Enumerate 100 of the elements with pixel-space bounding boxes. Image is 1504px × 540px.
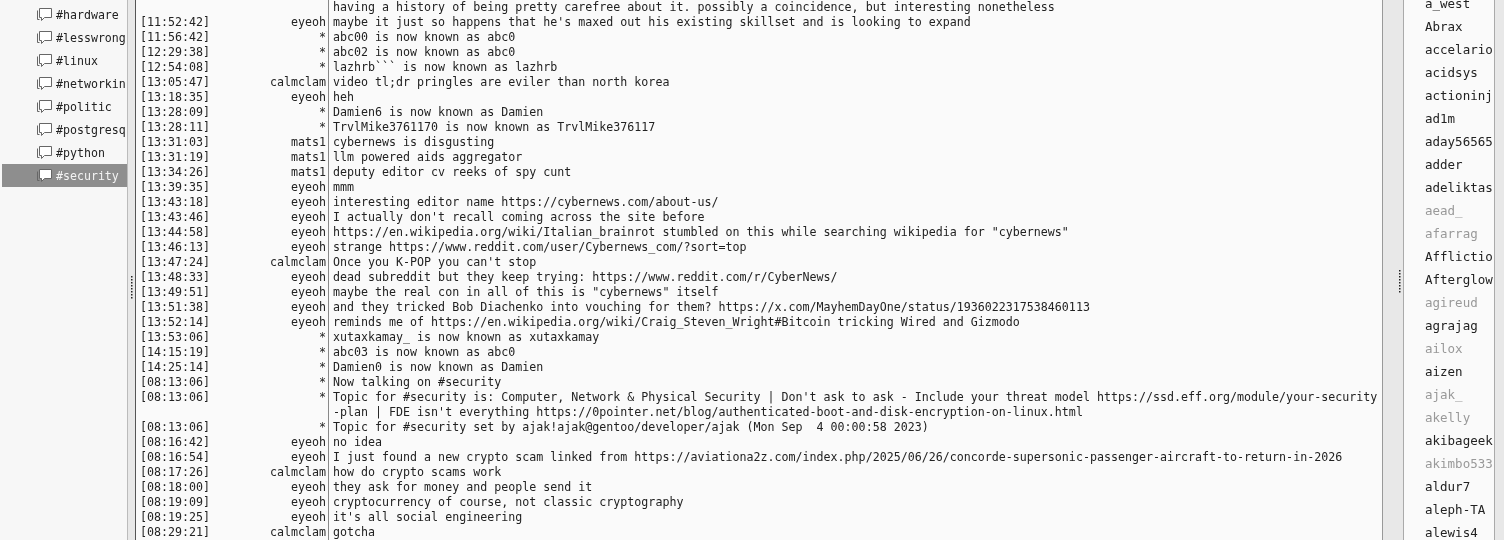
channel-item[interactable]: #networkin <box>2 72 127 95</box>
timestamp: [13:51:38] <box>140 300 211 314</box>
channel-item[interactable]: #postgresq <box>2 118 127 141</box>
timestamp: [13:39:35] <box>140 180 211 194</box>
message-text: gotcha <box>333 525 376 539</box>
message-text: lazhrb``` is now known as lazhrb <box>333 60 558 74</box>
timestamp: [14:15:19] <box>140 345 211 359</box>
timestamp: [12:54:08] <box>140 60 211 74</box>
splitter-grip-icon <box>131 276 134 300</box>
timestamp: [11:52:42] <box>140 15 211 29</box>
chat-bubble-icon <box>36 122 53 137</box>
user-item[interactable]: actioninj <box>1425 84 1494 107</box>
message-text: how do crypto scams work <box>333 465 502 479</box>
nickname: eyeoh <box>290 450 326 464</box>
message-text: llm powered aids aggregator <box>333 150 523 164</box>
nickname: eyeoh <box>290 90 326 104</box>
nickname: calmclam <box>269 525 326 539</box>
nickname: mats1 <box>290 165 326 179</box>
timestamp: [08:19:09] <box>140 495 211 509</box>
message-text: maybe the real con in all of this is "cybernews" itself <box>333 285 719 299</box>
user-item[interactable]: a_west <box>1425 0 1494 15</box>
user-item[interactable]: acidsys <box>1425 61 1494 84</box>
timestamp: [13:43:18] <box>140 195 211 209</box>
user-item[interactable]: agrajag <box>1425 314 1494 337</box>
message-text: strange https://www.reddit.com/user/Cybernews_com/?sort=top <box>333 240 747 254</box>
user-item[interactable]: aldur7 <box>1425 475 1494 498</box>
channel-item[interactable]: #hardware <box>2 3 127 26</box>
chat-bubble-icon <box>36 168 53 183</box>
timestamp: [13:52:14] <box>140 315 211 329</box>
nickname: mats1 <box>290 135 326 149</box>
timestamp: [08:18:00] <box>140 480 211 494</box>
message-text: Now talking on #security <box>333 375 502 389</box>
timestamp: [13:47:24] <box>140 255 211 269</box>
user-item[interactable]: ad1m <box>1425 107 1494 130</box>
message-text: Damien0 is now known as Damien <box>333 360 544 374</box>
nickname: eyeoh <box>290 285 326 299</box>
user-item[interactable]: adeliktas <box>1425 176 1494 199</box>
user-item[interactable]: adder <box>1425 153 1494 176</box>
timestamp: [08:16:42] <box>140 435 211 449</box>
chat-bubble-icon <box>36 76 53 91</box>
chat-bubble-icon <box>36 99 53 114</box>
nickname: eyeoh <box>290 270 326 284</box>
timestamp: [13:43:46] <box>140 210 211 224</box>
user-item[interactable]: accelario <box>1425 38 1494 61</box>
message-text: having a history of being pretty carefree about it. possibly a coincidence, but interesting nonetheless <box>333 0 1055 14</box>
nickname: * <box>319 45 326 59</box>
nickname: calmclam <box>269 465 326 479</box>
chat-bubble-icon <box>36 7 53 22</box>
timestamp: [13:05:47] <box>140 75 211 89</box>
timestamp: [08:17:26] <box>140 465 211 479</box>
message-text: xutaxkamay_ is now known as xutaxkamay <box>333 330 600 344</box>
message-text: maybe it just so happens that he's maxed out his existing skillset and is looking to expand <box>333 15 971 29</box>
message-text: deputy editor cv reeks of spy cunt <box>333 165 572 179</box>
channel-item[interactable]: #linux <box>2 49 127 72</box>
message-text: I actually don't recall coming across the site before <box>333 210 705 224</box>
timestamp: [13:48:33] <box>140 270 211 284</box>
channel-item[interactable]: #politic <box>2 95 127 118</box>
message-text: video tl;dr pringles are eviler than north korea <box>333 75 670 89</box>
message-text: https://en.wikipedia.org/wiki/Italian_brainrot stumbled on this while searching wikipedia for "cybernews" <box>333 225 1069 239</box>
timestamp: [13:46:13] <box>140 240 211 254</box>
timestamp: [13:18:35] <box>140 90 211 104</box>
nickname: eyeoh <box>290 510 326 524</box>
user-item[interactable]: Afterglow <box>1425 268 1494 291</box>
timestamp: [13:28:11] <box>140 120 211 134</box>
user-item[interactable]: alewis4 <box>1425 521 1494 540</box>
message-text: Topic for #security is: Computer, Network & Physical Security | Don't ask to ask - Include your threat model https://ssd.eff.org/module/your-security-plan | FDE isn't everything https://0pointer.net/blog/authenticated-boot-and-disk-encryption-on-linux.html <box>333 390 1378 419</box>
user-item[interactable]: akibageek <box>1425 429 1494 452</box>
timestamp: [13:28:09] <box>140 105 211 119</box>
nickname: * <box>319 30 326 44</box>
nickname: eyeoh <box>290 315 326 329</box>
nickname: eyeoh <box>290 240 326 254</box>
message-text: I just found a new crypto scam linked from https://aviationa2z.com/index.php/2025/06/26/concorde-supersonic-passenger-aircraft-to-return-in-2026 <box>333 450 1343 464</box>
nickname: eyeoh <box>290 180 326 194</box>
timestamp: [13:34:26] <box>140 165 211 179</box>
user-item[interactable]: Afflictio <box>1425 245 1494 268</box>
nickname: mats1 <box>290 150 326 164</box>
user-item[interactable]: aleph-TA <box>1425 498 1494 521</box>
timestamp: [14:25:14] <box>140 360 211 374</box>
message-text: Topic for #security set by ajak!ajak@gentoo/developer/ajak (Mon Sep 4 00:00:58 2023) <box>333 420 929 434</box>
nickname: eyeoh <box>290 195 326 209</box>
nickname: eyeoh <box>290 210 326 224</box>
user-item[interactable]: aizen <box>1425 360 1494 383</box>
message-text: and they tricked Bob Diachenko into vouching for them? https://x.com/MayhemDayOne/status/1936022317538460113 <box>333 300 1090 314</box>
message-text: abc02 is now known as abc0 <box>333 45 516 59</box>
nickname: * <box>319 345 326 359</box>
channel-item[interactable]: #python <box>2 141 127 164</box>
nickname: eyeoh <box>290 435 326 449</box>
message-text: dead subreddit but they keep trying: https://www.reddit.com/r/CyberNews/ <box>333 270 838 284</box>
message-text: no idea <box>333 435 383 449</box>
splitter-grip-icon <box>1399 270 1402 294</box>
nickname: eyeoh <box>290 225 326 239</box>
nickname: * <box>319 60 326 74</box>
timestamp: [13:53:06] <box>140 330 211 344</box>
timestamp: [08:19:25] <box>140 510 211 524</box>
message-text: reminds me of https://en.wikipedia.org/wiki/Craig_Steven_Wright#Bitcoin tricking Wired and Gizmodo <box>333 315 1020 329</box>
user-item[interactable]: aday56565 <box>1425 130 1494 153</box>
user-item[interactable]: Abrax <box>1425 15 1494 38</box>
message-text: heh <box>333 90 355 104</box>
nickname: calmclam <box>269 255 326 269</box>
channel-item[interactable]: #lesswrong <box>2 26 127 49</box>
